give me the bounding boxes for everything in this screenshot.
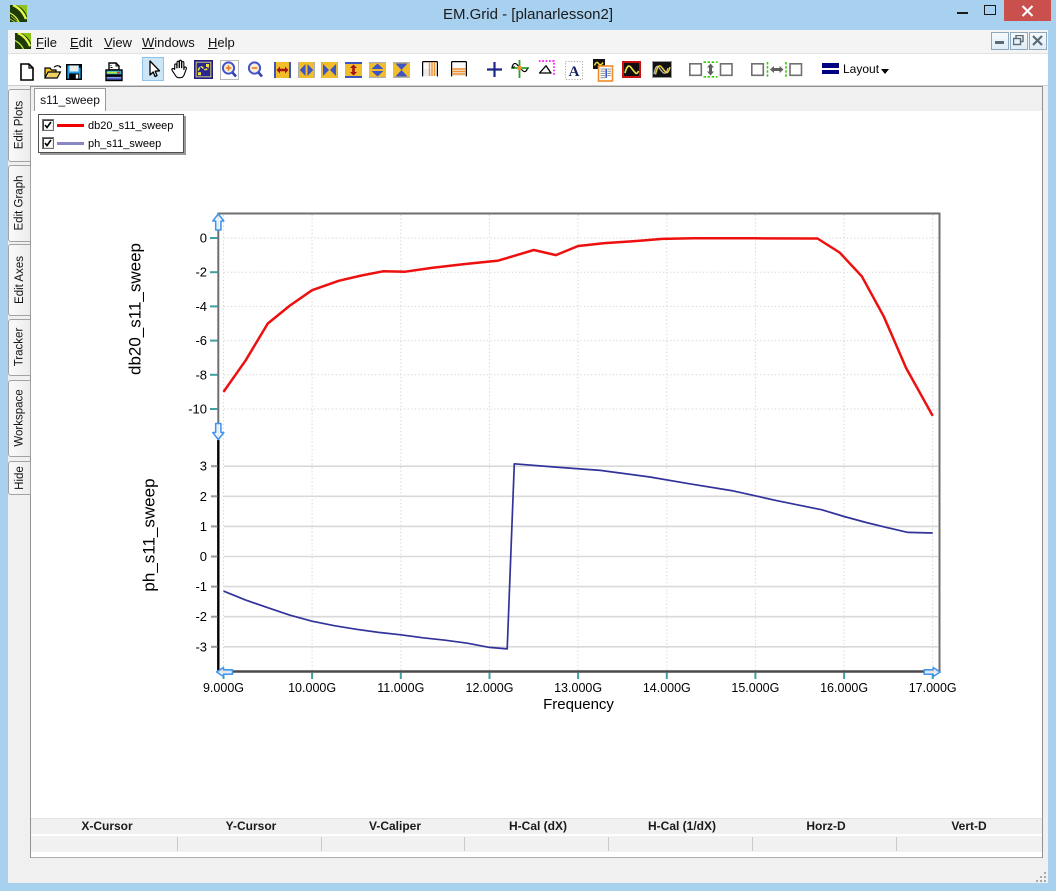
svg-text:-2: -2: [195, 609, 207, 624]
svg-text:10.000G: 10.000G: [288, 681, 336, 695]
svg-text:-2: -2: [195, 265, 207, 280]
svg-text:12.000G: 12.000G: [466, 681, 514, 695]
svg-text:-3: -3: [195, 639, 207, 654]
svg-text:15.000G: 15.000G: [731, 681, 779, 695]
svg-text:-8: -8: [195, 367, 207, 382]
svg-text:ph_s11_sweep: ph_s11_sweep: [139, 478, 158, 591]
svg-text:db20_s11_sweep: db20_s11_sweep: [126, 243, 145, 375]
svg-text:11.000G: 11.000G: [377, 681, 424, 695]
svg-text:0: 0: [200, 231, 207, 246]
svg-text:Frequency: Frequency: [543, 696, 614, 713]
svg-text:-1: -1: [195, 579, 207, 594]
svg-text:-4: -4: [195, 299, 207, 314]
svg-text:2: 2: [200, 489, 207, 504]
svg-text:3: 3: [200, 459, 207, 474]
svg-text:16.000G: 16.000G: [820, 681, 868, 695]
svg-text:13.000G: 13.000G: [554, 681, 602, 695]
svg-text:-10: -10: [188, 402, 207, 417]
svg-text:-6: -6: [195, 333, 207, 348]
svg-text:17.000G: 17.000G: [909, 681, 957, 695]
svg-text:9.000G: 9.000G: [203, 681, 244, 695]
svg-text:0: 0: [200, 549, 207, 564]
svg-text:14.000G: 14.000G: [643, 681, 691, 695]
svg-text:1: 1: [200, 519, 207, 534]
